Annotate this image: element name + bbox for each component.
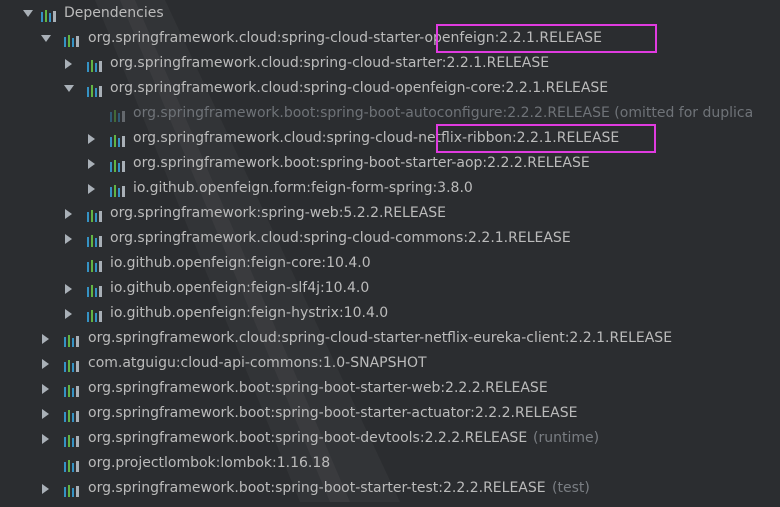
expanded-arrow-icon[interactable] xyxy=(40,26,52,51)
dependency-label: org.springframework.boot:spring-boot-dev… xyxy=(88,430,528,446)
dependency-row[interactable]: org.springframework.boot:spring-boot-sta… xyxy=(0,376,780,401)
dependency-row[interactable]: org.springframework.cloud:spring-cloud-s… xyxy=(0,26,780,51)
collapsed-arrow-icon[interactable] xyxy=(63,301,75,326)
dependency-row[interactable]: org.springframework.cloud:spring-cloud-n… xyxy=(0,126,780,151)
dependency-row[interactable]: org.springframework.cloud:spring-cloud-o… xyxy=(0,76,780,101)
dependency-row[interactable]: org.springframework.boot:spring-boot-sta… xyxy=(0,151,780,176)
dependency-label: org.springframework.boot:spring-boot-sta… xyxy=(88,405,578,421)
library-icon xyxy=(109,132,125,147)
dependency-label: org.springframework.boot:spring-boot-sta… xyxy=(88,380,548,396)
dependency-label: org.springframework:spring-web:5.2.2.REL… xyxy=(110,205,447,221)
library-icon xyxy=(86,82,102,97)
dependency-row[interactable]: org.projectlombok:lombok:1.16.18 xyxy=(0,451,780,476)
dependency-label: com.atguigu:cloud-api-commons:1.0-SNAPSH… xyxy=(88,355,427,371)
library-icon xyxy=(109,107,125,122)
folder-libraries-icon xyxy=(40,7,56,22)
library-icon xyxy=(63,32,79,47)
dependency-scope-suffix: (runtime) xyxy=(533,430,600,446)
collapsed-arrow-icon[interactable] xyxy=(63,276,75,301)
dependency-row[interactable]: org.springframework.boot:spring-boot-sta… xyxy=(0,476,780,501)
library-icon xyxy=(63,332,79,347)
collapsed-arrow-icon[interactable] xyxy=(40,351,52,376)
dependency-label: io.github.openfeign:feign-core:10.4.0 xyxy=(110,255,371,271)
library-icon xyxy=(86,232,102,247)
dependency-row[interactable]: io.github.openfeign:feign-hystrix:10.4.0 xyxy=(0,301,780,326)
collapsed-arrow-icon[interactable] xyxy=(40,476,52,501)
dependency-label: org.springframework.cloud:spring-cloud-c… xyxy=(110,230,571,246)
collapsed-arrow-icon[interactable] xyxy=(40,376,52,401)
dependency-label: io.github.openfeign.form:feign-form-spri… xyxy=(133,180,473,196)
collapsed-arrow-icon[interactable] xyxy=(63,51,75,76)
dependency-label: org.projectlombok:lombok:1.16.18 xyxy=(88,455,331,471)
dependency-label: org.springframework.cloud:spring-cloud-s… xyxy=(110,55,550,71)
dependency-label: org.springframework.cloud:spring-cloud-o… xyxy=(110,80,609,96)
collapsed-arrow-icon[interactable] xyxy=(40,426,52,451)
tree-root-label: Dependencies xyxy=(64,5,164,21)
expanded-arrow-icon[interactable] xyxy=(22,1,34,26)
library-icon xyxy=(86,307,102,322)
dependency-row[interactable]: org.springframework.boot:spring-boot-dev… xyxy=(0,426,780,451)
library-icon xyxy=(63,407,79,422)
dependency-label: org.springframework.boot:spring-boot-sta… xyxy=(88,480,546,496)
library-icon xyxy=(63,457,79,472)
collapsed-arrow-icon[interactable] xyxy=(40,401,52,426)
dependency-label: org.springframework.cloud:spring-cloud-s… xyxy=(88,330,673,346)
dependency-label: org.springframework.boot:spring-boot-sta… xyxy=(133,155,590,171)
dependency-label: org.springframework.boot:spring-boot-aut… xyxy=(133,105,754,121)
collapsed-arrow-icon[interactable] xyxy=(63,226,75,251)
dependency-row[interactable]: org.springframework.boot:spring-boot-aut… xyxy=(0,101,780,126)
collapsed-arrow-icon[interactable] xyxy=(63,201,75,226)
collapsed-arrow-icon[interactable] xyxy=(40,326,52,351)
tree-root-dependencies[interactable]: Dependencies xyxy=(0,1,780,26)
dependency-row[interactable]: org.springframework.boot:spring-boot-sta… xyxy=(0,401,780,426)
highlight-box-openfeign xyxy=(436,24,657,53)
highlight-box-netflix-ribbon xyxy=(436,124,656,153)
dependency-label: io.github.openfeign:feign-slf4j:10.4.0 xyxy=(110,280,370,296)
dependency-label: io.github.openfeign:feign-hystrix:10.4.0 xyxy=(110,305,389,321)
expanded-arrow-icon[interactable] xyxy=(63,76,75,101)
dependency-row[interactable]: org.springframework.cloud:spring-cloud-s… xyxy=(0,51,780,76)
library-icon xyxy=(63,482,79,497)
library-icon xyxy=(86,207,102,222)
dependency-row[interactable]: org.springframework:spring-web:5.2.2.REL… xyxy=(0,201,780,226)
library-icon xyxy=(86,257,102,272)
dependency-row[interactable]: org.springframework.cloud:spring-cloud-c… xyxy=(0,226,780,251)
library-icon xyxy=(63,432,79,447)
dependency-row[interactable]: io.github.openfeign:feign-slf4j:10.4.0 xyxy=(0,276,780,301)
collapsed-arrow-icon[interactable] xyxy=(86,176,98,201)
library-icon xyxy=(63,357,79,372)
library-icon xyxy=(86,57,102,72)
dependency-scope-suffix: (test) xyxy=(552,480,590,496)
collapsed-arrow-icon[interactable] xyxy=(86,151,98,176)
library-icon xyxy=(109,157,125,172)
library-icon xyxy=(63,382,79,397)
dependency-row[interactable]: io.github.openfeign:feign-core:10.4.0 xyxy=(0,251,780,276)
library-icon xyxy=(109,182,125,197)
dependency-row[interactable]: org.springframework.cloud:spring-cloud-s… xyxy=(0,326,780,351)
dependency-row[interactable]: com.atguigu:cloud-api-commons:1.0-SNAPSH… xyxy=(0,351,780,376)
dependency-row[interactable]: io.github.openfeign.form:feign-form-spri… xyxy=(0,176,780,201)
library-icon xyxy=(86,282,102,297)
collapsed-arrow-icon[interactable] xyxy=(86,126,98,151)
